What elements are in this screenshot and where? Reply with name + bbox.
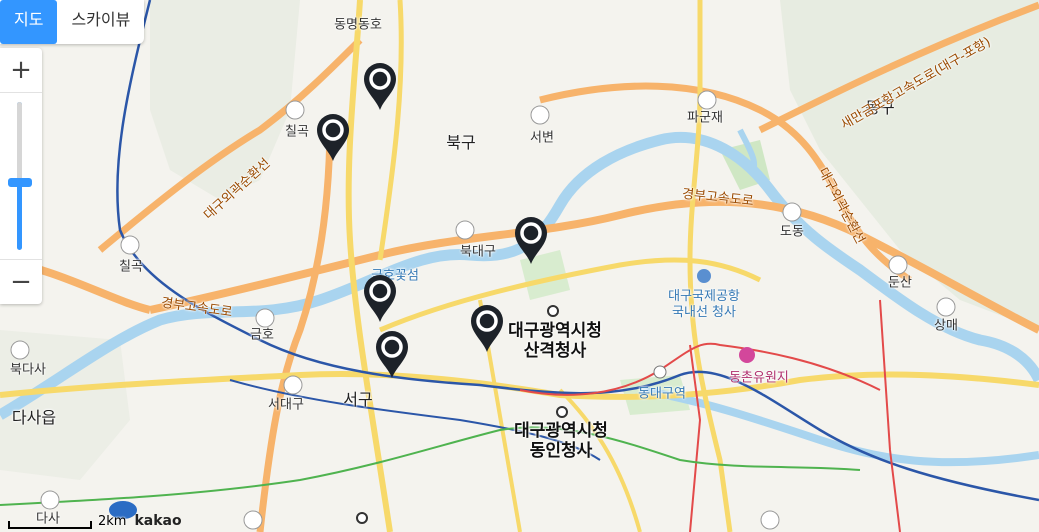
map-marker-pin[interactable] [513, 215, 549, 265]
marker-pin-icon [364, 63, 396, 110]
map-marker-pin[interactable] [374, 329, 410, 379]
map-scale: 2km kakao [8, 513, 182, 529]
skyview-button[interactable]: 스카이뷰 [57, 0, 144, 44]
marker-pin-icon [317, 114, 349, 161]
zoom-in-button[interactable]: + [0, 48, 42, 93]
poi-city-hall-dongin: 대구광역시청 동인청사 [514, 421, 608, 461]
place-label: 상매 [934, 318, 958, 334]
zoom-slider-handle[interactable] [8, 178, 32, 187]
poi-airport-line2: 국내선 청사 [672, 305, 736, 320]
map-marker-pin[interactable] [362, 61, 398, 111]
poi-city-hall-sangyeok-line2: 산격청사 [523, 341, 587, 361]
poi-city-hall-dongin-line1: 대구광역시청 [514, 421, 608, 441]
place-label: 북대구 [460, 244, 496, 260]
poi-airport-line1: 대구국제공항 [668, 289, 740, 304]
zoom-slider-track-upper [17, 102, 22, 178]
place-label: 다사읍 [11, 408, 57, 427]
map-view-button[interactable]: 지도 [0, 0, 58, 44]
zoom-out-button[interactable]: − [0, 259, 42, 304]
place-label: 서변 [530, 130, 554, 146]
place-label: 북다사 [10, 362, 46, 378]
zoom-control: + − [0, 48, 42, 304]
place-label: 동명동호 [334, 17, 382, 33]
marker-pin-icon [471, 305, 503, 352]
poi-city-hall-sangyeok-line1: 대구광역시청 [508, 321, 602, 341]
map-type-toggle: 지도 스카이뷰 [0, 0, 145, 44]
place-label: 칠곡 [119, 259, 143, 275]
place-label: 동대구역 [638, 386, 686, 402]
map-marker-pin[interactable] [315, 112, 351, 162]
map-marker-pin[interactable] [469, 303, 505, 353]
place-label: 둔산 [888, 275, 912, 291]
place-label: 금호 [250, 327, 274, 343]
kakao-logo: kakao [134, 513, 182, 529]
place-label: 도동 [780, 224, 804, 240]
place-label: 동촌유원지 [729, 370, 789, 386]
place-label: 서대구 [268, 397, 304, 413]
map-marker-pin[interactable] [362, 273, 398, 323]
district-label: 서구 [343, 390, 373, 409]
poi-city-hall-dongin-line2: 동인청사 [529, 441, 593, 461]
marker-pin-icon [364, 275, 396, 322]
poi-city-hall-sangyeok: 대구광역시청 산격청사 [508, 321, 602, 361]
district-label: 북구 [446, 133, 476, 152]
place-label: 파군재 [687, 110, 723, 126]
scale-distance: 2km [98, 514, 127, 529]
scale-bar [8, 521, 92, 529]
marker-pin-icon [515, 217, 547, 264]
marker-pin-icon [376, 331, 408, 378]
place-label: 칠곡 [285, 124, 309, 140]
poi-airport: 대구국제공항 국내선 청사 [668, 289, 740, 321]
